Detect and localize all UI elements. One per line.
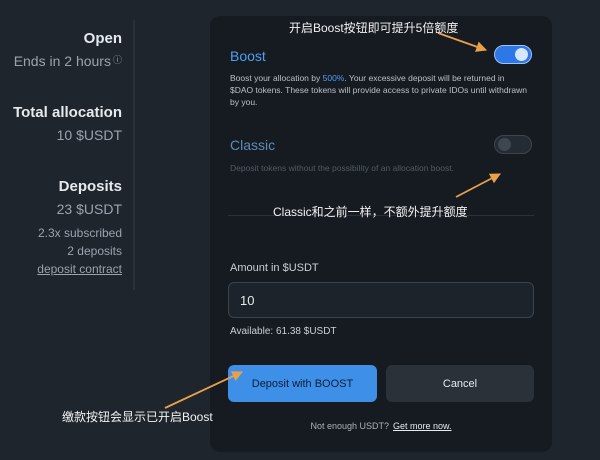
classic-annotation: Classic和之前一样，不额外提升额度	[273, 205, 468, 219]
annotation-arrows	[164, 32, 501, 409]
boost-annotation: 开启Boost按钮即可提升5倍额度	[289, 21, 459, 35]
deposit-annotation: 缴款按钮会显示已开启Boost	[62, 410, 213, 424]
classic-annotation-arrow	[455, 173, 501, 198]
deposit-annotation-arrow	[164, 371, 243, 409]
